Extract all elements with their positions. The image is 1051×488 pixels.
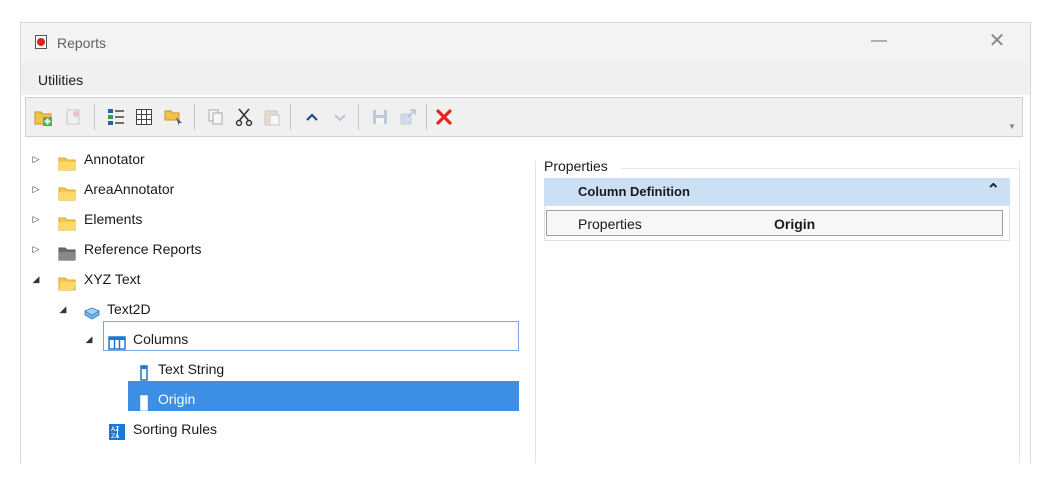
property-key: Properties xyxy=(578,216,642,232)
folder-gray-icon xyxy=(58,241,76,261)
minimize-button[interactable]: — xyxy=(867,31,891,51)
collapse-icon[interactable]: ◢ xyxy=(57,294,69,324)
tree-item-label: AreaAnnotator xyxy=(84,181,175,197)
tree-item-label: Text2D xyxy=(107,301,151,317)
expand-icon[interactable]: ▷ xyxy=(30,204,42,234)
list-columns-icon[interactable] xyxy=(106,107,126,127)
collapse-icon[interactable]: ◢ xyxy=(30,264,42,294)
save-icon[interactable] xyxy=(370,107,390,127)
toolbar-overflow-icon[interactable]: ▼ xyxy=(1008,122,1016,131)
tree-item-reference-reports[interactable]: ▷ Reference Reports xyxy=(21,234,521,264)
paste-icon[interactable] xyxy=(262,107,282,127)
table-icon[interactable] xyxy=(134,107,154,127)
move-up-icon[interactable] xyxy=(302,107,322,127)
tree-item-label: Annotator xyxy=(84,151,145,167)
delete-icon[interactable] xyxy=(434,107,454,127)
tree-item-annotator[interactable]: ▷ Annotator xyxy=(21,144,521,174)
tree-item-xyz-text[interactable]: ◢ XYZ Text xyxy=(21,264,521,294)
folder-open-icon xyxy=(58,271,76,291)
tree-item-label: Elements xyxy=(84,211,143,227)
tree-item-origin[interactable]: Origin xyxy=(21,384,521,414)
toolbar-separator xyxy=(290,104,291,130)
toolbar: ▼ xyxy=(25,97,1023,137)
tree-item-label: Columns xyxy=(133,331,189,347)
expand-icon[interactable]: ▷ xyxy=(30,174,42,204)
tree-item-text-string[interactable]: Text String xyxy=(21,354,521,384)
menu-utilities[interactable]: Utilities xyxy=(38,72,83,88)
expand-icon[interactable]: ▷ xyxy=(30,144,42,174)
folder-icon xyxy=(58,151,76,171)
folder-icon xyxy=(58,181,76,201)
property-value[interactable]: Origin xyxy=(774,216,815,232)
folder-icon xyxy=(58,211,76,231)
tree-item-text2d[interactable]: ◢ Text2D xyxy=(21,294,521,324)
copy-icon[interactable] xyxy=(206,107,226,127)
close-button[interactable]: ✕ xyxy=(985,29,1009,53)
menu-bar: Utilities xyxy=(21,63,1030,95)
reports-window: Reports — ✕ Utilities ▼ ▷ Annotator ▷ Ar… xyxy=(20,22,1031,463)
select-items-icon[interactable] xyxy=(164,107,184,127)
column-definition-header[interactable]: Column Definition ⌃ xyxy=(544,178,1010,205)
column-icon xyxy=(139,391,157,411)
tree-item-areaannotator[interactable]: ▷ AreaAnnotator xyxy=(21,174,521,204)
export-icon[interactable] xyxy=(398,107,418,127)
add-folder-icon[interactable] xyxy=(34,107,54,127)
tree-item-label: Reference Reports xyxy=(84,241,202,257)
expand-icon[interactable]: ▷ xyxy=(30,234,42,264)
tree-item-columns[interactable]: ◢ Columns xyxy=(21,324,521,354)
move-down-icon[interactable] xyxy=(330,107,350,127)
svg-text:ZA: ZA xyxy=(111,433,120,440)
app-icon xyxy=(35,35,47,49)
add-report-icon[interactable] xyxy=(64,107,84,127)
tree-item-label: Text String xyxy=(158,361,225,377)
tree-item-label: XYZ Text xyxy=(84,271,141,287)
tree-item-label: Sorting Rules xyxy=(133,421,218,437)
title-bar: Reports — ✕ xyxy=(21,23,1030,63)
tree-item-label: Origin xyxy=(158,391,196,407)
properties-group-line xyxy=(621,168,1018,169)
tree-item-elements[interactable]: ▷ Elements xyxy=(21,204,521,234)
columns-icon xyxy=(108,331,126,350)
tree-item-sorting-rules[interactable]: AZ ZA Sorting Rules xyxy=(21,414,521,444)
toolbar-separator xyxy=(194,104,195,130)
chevron-up-icon[interactable]: ⌃ xyxy=(987,180,1000,200)
column-icon xyxy=(139,361,157,381)
sorting-rules-icon: AZ ZA xyxy=(108,421,126,440)
toolbar-separator xyxy=(94,104,95,130)
properties-title: Properties xyxy=(544,158,612,174)
collapse-icon[interactable]: ◢ xyxy=(83,324,95,354)
window-title: Reports xyxy=(57,35,107,51)
element-type-icon xyxy=(83,301,101,320)
cut-icon[interactable] xyxy=(234,107,254,127)
section-title: Column Definition xyxy=(578,184,690,199)
toolbar-separator xyxy=(358,104,359,130)
toolbar-separator xyxy=(426,104,427,130)
property-row[interactable]: Properties Origin xyxy=(546,210,1003,236)
